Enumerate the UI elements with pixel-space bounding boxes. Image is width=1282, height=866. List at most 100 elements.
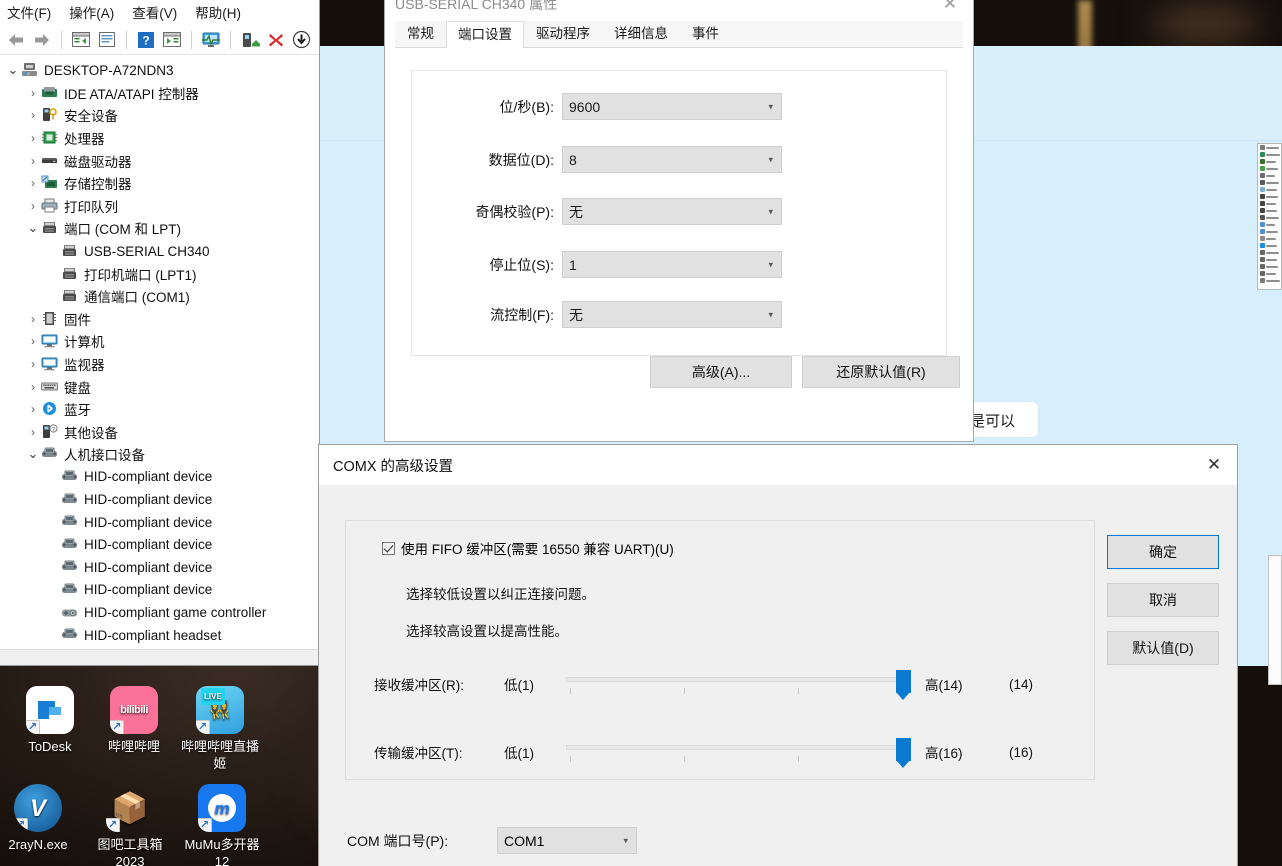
menu-item-view[interactable]: 查看(V) [132, 2, 177, 22]
enable-device-button[interactable] [239, 29, 261, 51]
show-hidden-button[interactable] [96, 29, 118, 51]
chevron-right-icon[interactable]: › [25, 312, 41, 326]
update-driver-button[interactable] [161, 29, 183, 51]
transmit-buffer-slider[interactable] [566, 737, 911, 768]
tab-events[interactable]: 事件 [680, 20, 731, 47]
properties-button[interactable] [70, 29, 92, 51]
close-icon: ✕ [1206, 455, 1222, 474]
device-tree-item[interactable]: › IDE ATA/ATAPI 控制器 [0, 82, 319, 105]
device-tree-item[interactable]: HID-compliant device [0, 488, 319, 511]
back-button[interactable] [5, 29, 27, 51]
mini-row [1258, 228, 1281, 235]
device-tree-item[interactable]: › 打印队列 [0, 195, 319, 218]
device-tree-item[interactable]: › 蓝牙 [0, 398, 319, 421]
chevron-right-icon[interactable]: › [25, 380, 41, 394]
device-tree-item[interactable]: HID-compliant device [0, 466, 319, 489]
chevron-right-icon[interactable]: › [25, 199, 41, 213]
restore-defaults-button[interactable]: 还原默认值(R) [802, 356, 960, 388]
device-tree-item[interactable]: › 键盘 [0, 375, 319, 398]
fifo-checkbox[interactable] [382, 541, 395, 555]
fifo-checkbox-row[interactable]: 使用 FIFO 缓冲区(需要 16550 兼容 UART)(U) [382, 538, 674, 558]
forward-button[interactable] [31, 29, 53, 51]
combo-value: 1 [569, 256, 577, 273]
data-bits-combo[interactable]: 8 ▾ [562, 146, 782, 173]
install-legacy-button[interactable] [291, 29, 313, 51]
receive-buffer-slider[interactable] [566, 669, 911, 700]
device-tree-item[interactable]: › 安全设备 [0, 104, 319, 127]
help-button[interactable]: ? [135, 29, 157, 51]
uninstall-device-button[interactable] [265, 29, 287, 51]
device-tree-item[interactable]: HID-compliant device [0, 533, 319, 556]
device-tree-item-label: DESKTOP-A72NDN3 [44, 62, 174, 78]
chevron-right-icon[interactable]: › [25, 357, 41, 371]
device-tree-item[interactable]: › 处理器 [0, 127, 319, 150]
slider-thumb[interactable] [896, 670, 911, 700]
background-mini-window-2[interactable] [1268, 555, 1282, 685]
device-tree-item[interactable]: › 固件 [0, 308, 319, 331]
chevron-right-icon[interactable]: › [25, 154, 41, 168]
menu-item-help[interactable]: 帮助(H) [195, 2, 241, 22]
toolbar-separator [61, 30, 62, 49]
properties-close-button[interactable]: ✕ [927, 0, 973, 21]
transmit-buffer-value: (16) [1009, 744, 1034, 760]
device-tree[interactable]: ⌄ DESKTOP-A72NDN3 › IDE ATA/ATAPI 控制器 › 安全设备 ›… [0, 55, 319, 649]
stop-bits-combo[interactable]: 1 ▾ [562, 251, 782, 278]
mini-row [1258, 179, 1281, 186]
chevron-right-icon[interactable]: › [25, 402, 41, 416]
device-tree-item[interactable]: › 磁盘驱动器 [0, 149, 319, 172]
parity-combo[interactable]: 无 ▾ [562, 198, 782, 225]
chevron-right-icon[interactable]: › [25, 425, 41, 439]
device-tree-item[interactable]: ⌄ DESKTOP-A72NDN3 [0, 59, 319, 82]
desktop-icon-v2rayn[interactable]: V ↗ 2rayN.exe [0, 784, 80, 853]
device-tree-item[interactable]: ⌄ 端口 (COM 和 LPT) [0, 217, 319, 240]
chevron-right-icon[interactable]: › [25, 176, 41, 190]
advanced-button[interactable]: 高级(A)... [650, 356, 792, 388]
desktop-icon-bilibili[interactable]: bilibili ↗ 哔哩哔哩 [92, 686, 176, 755]
device-tree-item[interactable]: HID-compliant game controller [0, 601, 319, 624]
chevron-down-icon[interactable]: ⌄ [5, 63, 21, 76]
device-tree-item[interactable]: › 监视器 [0, 353, 319, 376]
desktop-icon-label: 2rayN.exe [8, 837, 68, 852]
device-tree-item[interactable]: HID-compliant device [0, 511, 319, 534]
tab-port-settings[interactable]: 端口设置 [446, 21, 524, 48]
mini-row [1258, 158, 1281, 165]
device-tree-item[interactable]: HID-compliant device [0, 556, 319, 579]
menu-item-file[interactable]: 文件(F) [7, 2, 51, 22]
chevron-down-icon[interactable]: ⌄ [25, 221, 41, 234]
desktop-icon-tuba-toolbox[interactable]: 📦 ↗ 图吧工具箱 2023 [88, 784, 172, 866]
device-tree-item[interactable]: 打印机端口 (LPT1) [0, 262, 319, 285]
device-tree-item[interactable]: 通信端口 (COM1) [0, 285, 319, 308]
scan-hardware-button[interactable] [200, 29, 222, 51]
cancel-button[interactable]: 取消 [1107, 583, 1219, 617]
computer-icon [21, 62, 39, 78]
device-tree-item[interactable]: › 存储控制器 [0, 172, 319, 195]
device-tree-item[interactable]: › 计算机 [0, 330, 319, 353]
device-tree-item[interactable]: HID-compliant device [0, 579, 319, 602]
device-tree-item[interactable]: USB-SERIAL CH340 [0, 240, 319, 263]
device-tree-item[interactable]: HID-compliant headset [0, 624, 319, 647]
device-tree-item[interactable]: ⌄ 人机接口设备 [0, 443, 319, 466]
chevron-right-icon[interactable]: › [25, 131, 41, 145]
tab-driver[interactable]: 驱动程序 [524, 20, 602, 47]
flow-control-combo[interactable]: 无 ▾ [562, 301, 782, 328]
desktop-icon-label: ToDesk [28, 739, 72, 754]
ok-button[interactable]: 确定 [1107, 535, 1219, 569]
chevron-right-icon[interactable]: › [25, 86, 41, 100]
background-mini-window[interactable] [1257, 143, 1282, 290]
slider-tick [798, 688, 799, 694]
defaults-button[interactable]: 默认值(D) [1107, 631, 1219, 665]
menu-item-action[interactable]: 操作(A) [69, 2, 114, 22]
tab-details[interactable]: 详细信息 [602, 20, 680, 47]
tab-general[interactable]: 常规 [395, 20, 446, 47]
desktop-icon-bilibili-live[interactable]: LIVE 👯 ↗ 哔哩哔哩直播姬 [178, 686, 262, 772]
chevron-right-icon[interactable]: › [25, 334, 41, 348]
device-tree-item[interactable]: ›? 其他设备 [0, 421, 319, 444]
desktop-icon-mumu[interactable]: m ↗ MuMu多开器12 [180, 784, 264, 866]
com-port-combo[interactable]: COM1 ▾ [497, 827, 637, 854]
chevron-right-icon[interactable]: › [25, 108, 41, 122]
desktop-icon-todesk[interactable]: ↗ ToDesk [8, 686, 92, 755]
slider-thumb[interactable] [896, 738, 911, 768]
advanced-close-button[interactable]: ✕ [1191, 445, 1237, 485]
bits-per-second-combo[interactable]: 9600 ▾ [562, 93, 782, 120]
chevron-down-icon[interactable]: ⌄ [25, 447, 41, 460]
